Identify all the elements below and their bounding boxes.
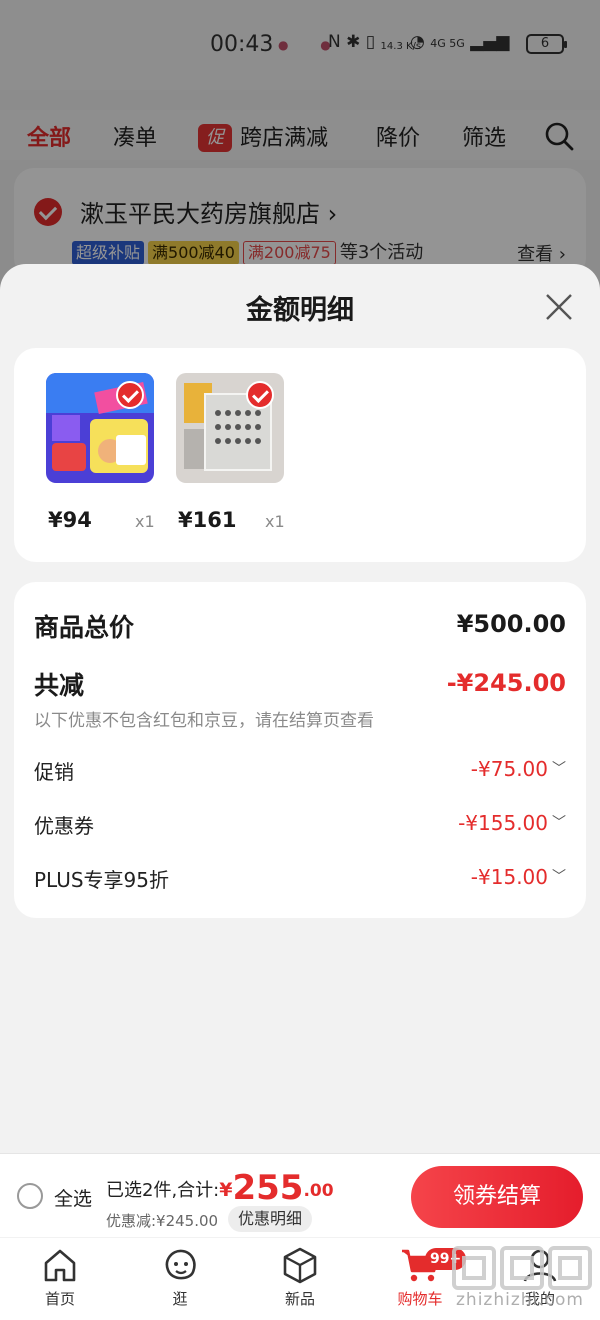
- product-thumbnail-1[interactable]: [46, 373, 154, 483]
- sum-currency: ¥: [219, 1179, 233, 1201]
- product-price-2: ¥161: [178, 508, 237, 532]
- reduce-value: -¥245.00: [446, 669, 566, 697]
- watermark-text: zhizhizhi.com: [456, 1290, 584, 1310]
- product-qty-1: x1: [135, 512, 155, 531]
- product-thumbnail-2[interactable]: [176, 373, 284, 483]
- product-qty-2: x1: [265, 512, 285, 531]
- discount-value: -¥15.00: [470, 865, 548, 889]
- tab-label: 首页: [44, 1290, 75, 1308]
- chevron-down-icon: ﹀: [552, 761, 566, 777]
- total-label: 商品总价: [34, 613, 135, 642]
- tab-label: 逛: [172, 1290, 188, 1308]
- selected-count-text: 已选2件,合计:: [106, 1180, 220, 1201]
- sheet-title: 金额明细: [246, 295, 354, 326]
- close-icon[interactable]: [544, 292, 574, 322]
- sum-decimal: .00: [303, 1181, 334, 1201]
- product-price-1: ¥94: [48, 508, 92, 532]
- product-check-icon: [116, 381, 144, 409]
- products-card: ¥94 x1 ¥161 x1: [14, 348, 586, 562]
- tab-label: 新品: [284, 1290, 315, 1308]
- select-all-checkbox[interactable]: [17, 1183, 43, 1209]
- discount-detail-button[interactable]: 优惠明细: [228, 1206, 313, 1232]
- chevron-down-icon: ﹀: [552, 815, 566, 831]
- select-all-label[interactable]: 全选: [54, 1184, 92, 1211]
- discount-value: -¥155.00: [458, 811, 548, 835]
- tab-new[interactable]: 新品: [255, 1246, 345, 1309]
- discount-summary: 优惠减:¥245.00: [106, 1212, 219, 1230]
- checkout-bar: 全选 已选2件,合计:¥255.00 优惠减:¥245.00 优惠明细 领券结算: [0, 1153, 600, 1237]
- chevron-down-icon: ﹀: [552, 869, 566, 885]
- sum-integer: 255: [232, 1168, 304, 1208]
- browse-face-icon: [165, 1249, 196, 1280]
- reduce-label: 共减: [34, 671, 85, 700]
- discount-label: 促销: [34, 760, 74, 784]
- tab-browse[interactable]: 逛: [135, 1246, 225, 1309]
- checkout-button[interactable]: 领券结算: [411, 1166, 583, 1228]
- box-icon: [283, 1247, 317, 1284]
- tab-home[interactable]: 首页: [15, 1246, 105, 1309]
- product-check-icon: [246, 381, 274, 409]
- selected-summary: 已选2件,合计:¥255.00: [106, 1168, 334, 1208]
- discount-label: 优惠券: [34, 814, 94, 838]
- discount-note: 以下优惠不包含红包和京豆，请在结算页查看: [34, 711, 374, 731]
- home-icon: [44, 1249, 76, 1282]
- discount-label: PLUS专享95折: [34, 868, 169, 892]
- total-value: ¥500.00: [456, 610, 566, 638]
- discount-value: -¥75.00: [470, 757, 548, 781]
- amount-detail-card: 商品总价 ¥500.00 共减 -¥245.00 以下优惠不包含红包和京豆，请在…: [14, 582, 586, 918]
